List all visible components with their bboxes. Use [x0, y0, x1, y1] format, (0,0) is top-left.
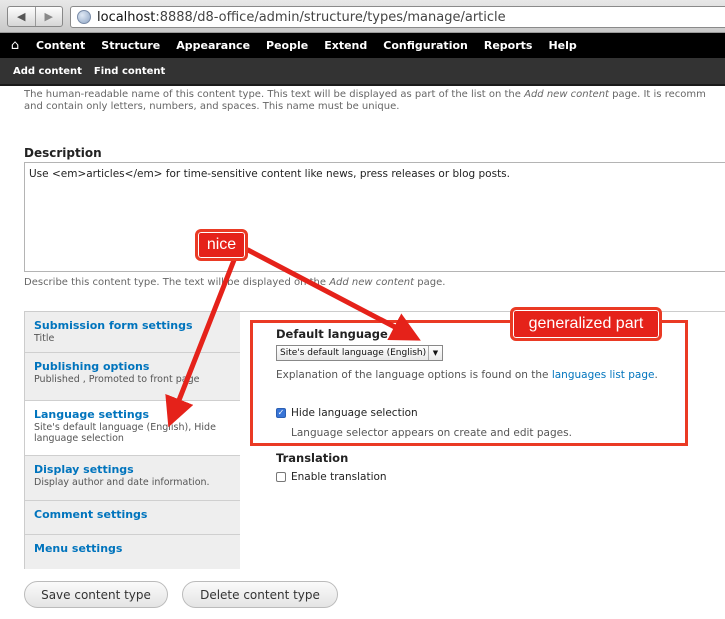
shortcut-find-content[interactable]: Find content	[88, 66, 171, 77]
back-icon[interactable]: ◀	[8, 7, 35, 26]
toolbar-item-extend[interactable]: Extend	[316, 39, 375, 52]
toolbar-item-configuration[interactable]: Configuration	[375, 39, 476, 52]
toolbar-item-people[interactable]: People	[258, 39, 316, 52]
nice-callout: nice	[195, 229, 248, 261]
tab-language-settings[interactable]: Language settings Site's default languag…	[25, 401, 241, 456]
name-help-text: The human-readable name of this content …	[24, 89, 706, 112]
toolbar-item-reports[interactable]: Reports	[476, 39, 541, 52]
toolbar-item-content[interactable]: Content	[28, 39, 93, 52]
description-help: Describe this content type. The text wil…	[24, 277, 446, 288]
translation-label: Translation	[276, 451, 349, 465]
description-textarea[interactable]: Use <em>articles</em> for time-sensitive…	[24, 162, 725, 272]
toolbar-item-structure[interactable]: Structure	[93, 39, 168, 52]
delete-content-type-button[interactable]: Delete content type	[182, 581, 338, 608]
toolbar-item-help[interactable]: Help	[540, 39, 584, 52]
tab-comment-settings[interactable]: Comment settings	[25, 501, 240, 535]
tab-publishing-options[interactable]: Publishing options Published , Promoted …	[25, 353, 240, 401]
enable-translation-label: Enable translation	[291, 471, 387, 483]
tab-display-settings[interactable]: Display settings Display author and date…	[25, 456, 240, 501]
forward-icon[interactable]: ▶	[34, 7, 63, 26]
enable-translation-checkbox[interactable]	[276, 472, 286, 482]
tab-submission-form-settings[interactable]: Submission form settings Title	[25, 312, 240, 353]
enable-translation-row: Enable translation	[276, 471, 387, 483]
shortcut-add-content[interactable]: Add content	[0, 66, 88, 77]
shortcuts-bar: Add content Find content	[0, 58, 725, 86]
globe-icon	[77, 10, 91, 24]
toolbar-item-appearance[interactable]: Appearance	[168, 39, 258, 52]
tab-menu-settings[interactable]: Menu settings	[25, 535, 240, 569]
vertical-tabs: Submission form settings Title Publishin…	[24, 311, 241, 569]
generalized-part-callout: generalized part	[510, 307, 662, 341]
save-content-type-button[interactable]: Save content type	[24, 581, 168, 608]
address-bar[interactable]: localhost:8888/d8-office/admin/structure…	[70, 6, 725, 28]
browser-toolbar: ◀ ▶ localhost:8888/d8-office/admin/struc…	[0, 0, 725, 33]
description-label: Description	[24, 146, 102, 160]
home-icon[interactable]: ⌂	[2, 33, 28, 58]
url-text: localhost:8888/d8-office/admin/structure…	[97, 9, 506, 25]
admin-toolbar: ⌂ Content Structure Appearance People Ex…	[0, 33, 725, 58]
nav-buttons: ◀ ▶	[7, 6, 63, 27]
